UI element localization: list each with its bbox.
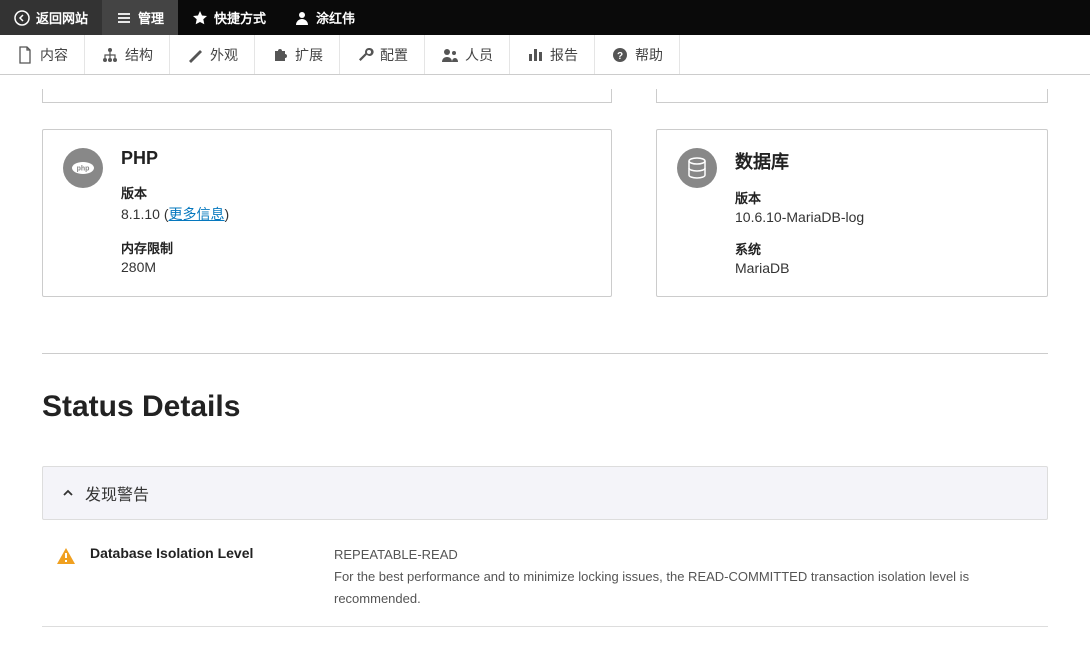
section-divider	[42, 353, 1048, 354]
db-version-label: 版本	[735, 188, 1027, 207]
status-isolation-name: Database Isolation Level	[90, 545, 320, 561]
star-icon	[192, 10, 208, 26]
warnings-accordion-header[interactable]: 发现警告	[42, 466, 1048, 520]
db-system-value: MariaDB	[735, 260, 1027, 276]
warning-icon	[56, 546, 76, 566]
database-card: 数据库 版本 10.6.10-MariaDB-log 系统 MariaDB	[656, 129, 1048, 297]
truncated-card-left	[42, 89, 612, 103]
nav-content-label: 内容	[40, 45, 68, 65]
svg-text:?: ?	[617, 51, 623, 62]
php-more-info-link[interactable]: 更多信息	[169, 206, 225, 222]
file-icon	[16, 46, 34, 64]
nav-reports[interactable]: 报告	[510, 35, 595, 74]
manage-menu[interactable]: 管理	[102, 0, 178, 35]
php-icon: php	[63, 148, 103, 188]
nav-people[interactable]: 人员	[425, 35, 510, 74]
hamburger-icon	[116, 10, 132, 26]
shortcut-menu[interactable]: 快捷方式	[178, 0, 280, 35]
php-memory-label: 内存限制	[121, 238, 591, 257]
nav-appearance-label: 外观	[210, 45, 238, 65]
status-isolation-detail: REPEATABLE-READ For the best performance…	[334, 544, 1034, 610]
user-menu[interactable]: 涂红伟	[280, 0, 369, 35]
warnings-accordion-title: 发现警告	[85, 481, 149, 505]
people-icon	[441, 46, 459, 64]
status-isolation-value: REPEATABLE-READ	[334, 544, 1034, 566]
nav-reports-label: 报告	[550, 45, 578, 65]
nav-structure[interactable]: 结构	[85, 35, 170, 74]
nav-extend[interactable]: 扩展	[255, 35, 340, 74]
nav-extend-label: 扩展	[295, 45, 323, 65]
admin-topbar: 返回网站 管理 快捷方式 涂红伟	[0, 0, 1090, 35]
php-title: PHP	[121, 148, 591, 169]
back-label: 返回网站	[36, 8, 88, 27]
status-row-isolation: Database Isolation Level REPEATABLE-READ…	[42, 538, 1048, 627]
user-icon	[294, 10, 310, 26]
nav-config[interactable]: 配置	[340, 35, 425, 74]
page-content: php PHP 版本 8.1.10 (更多信息) 内存限制 280M 数据库 版…	[0, 89, 1090, 657]
admin-secondbar: 内容 结构 外观 扩展 配置 人员 报告 ? 帮助	[0, 35, 1090, 75]
nav-structure-label: 结构	[125, 45, 153, 65]
nav-people-label: 人员	[465, 45, 493, 65]
nav-help[interactable]: ? 帮助	[595, 35, 680, 74]
php-version-text: 8.1.10	[121, 206, 160, 222]
puzzle-icon	[271, 46, 289, 64]
shortcut-label: 快捷方式	[214, 8, 266, 27]
nav-help-label: 帮助	[635, 45, 663, 65]
php-version-value: 8.1.10 (更多信息)	[121, 204, 591, 224]
database-icon	[677, 148, 717, 188]
db-version-value: 10.6.10-MariaDB-log	[735, 209, 1027, 225]
help-icon: ?	[611, 46, 629, 64]
db-title: 数据库	[735, 148, 1027, 174]
status-details-heading: Status Details	[42, 390, 1048, 424]
manage-label: 管理	[138, 8, 164, 27]
user-label: 涂红伟	[316, 8, 355, 27]
svg-text:php: php	[77, 166, 90, 173]
status-isolation-desc: For the best performance and to minimize…	[334, 566, 1034, 610]
brush-icon	[186, 46, 204, 64]
db-system-label: 系统	[735, 239, 1027, 258]
php-memory-value: 280M	[121, 259, 591, 275]
nav-content[interactable]: 内容	[0, 35, 85, 74]
sitemap-icon	[101, 46, 119, 64]
wrench-icon	[356, 46, 374, 64]
nav-appearance[interactable]: 外观	[170, 35, 255, 74]
chevron-up-icon	[61, 486, 75, 500]
back-to-site[interactable]: 返回网站	[0, 0, 102, 35]
php-card: php PHP 版本 8.1.10 (更多信息) 内存限制 280M	[42, 129, 612, 297]
bar-chart-icon	[526, 46, 544, 64]
arrow-left-circle-icon	[14, 10, 30, 26]
truncated-card-right	[656, 89, 1048, 103]
nav-config-label: 配置	[380, 45, 408, 65]
php-version-label: 版本	[121, 183, 591, 202]
